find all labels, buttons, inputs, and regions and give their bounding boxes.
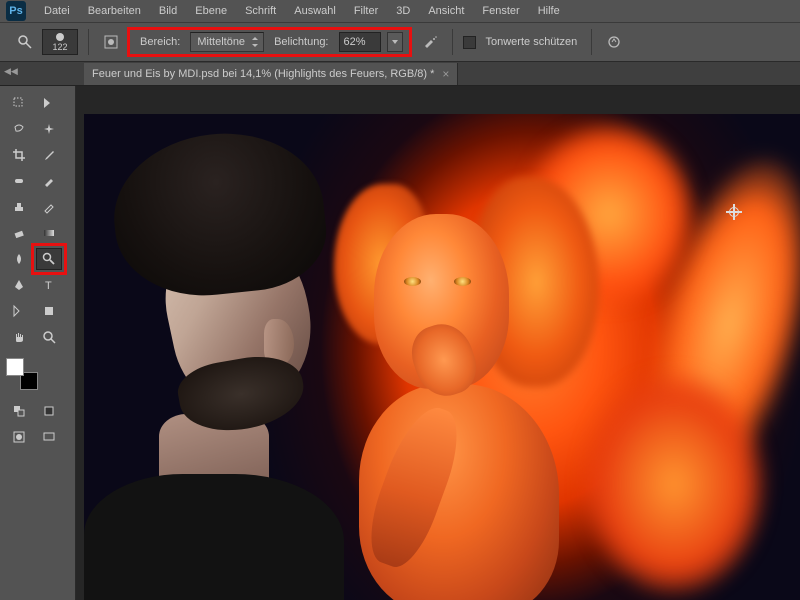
stamp-tool[interactable]: [6, 196, 32, 218]
path-tool[interactable]: [6, 300, 32, 322]
range-dropdown[interactable]: Mitteltöne: [190, 32, 264, 52]
menu-view[interactable]: Ansicht: [420, 2, 472, 20]
separator: [591, 29, 592, 55]
brush-tool[interactable]: [36, 170, 62, 192]
menu-help[interactable]: Hilfe: [530, 2, 568, 20]
menu-edit[interactable]: Bearbeiten: [80, 2, 149, 20]
mini-swatch-tool[interactable]: [6, 400, 32, 422]
brush-panel-button[interactable]: [99, 30, 123, 54]
brush-dot-icon: [56, 33, 64, 41]
canvas-area[interactable]: [76, 86, 800, 600]
eyedropper-tool[interactable]: [36, 144, 62, 166]
airbrush-button[interactable]: [418, 30, 442, 54]
menu-type[interactable]: Schrift: [237, 2, 284, 20]
tools-panel: T: [0, 86, 76, 600]
current-tool-icon[interactable]: [14, 31, 36, 53]
lasso-tool[interactable]: [6, 118, 32, 140]
woman-figure: [319, 169, 629, 600]
artboard-tool[interactable]: [36, 92, 62, 114]
range-label: Bereich:: [136, 36, 184, 48]
menu-select[interactable]: Auswahl: [286, 2, 344, 20]
mini-swatch-tool-2[interactable]: [36, 400, 62, 422]
pen-tool[interactable]: [6, 274, 32, 296]
range-value: Mitteltöne: [197, 36, 245, 48]
zoom-tool[interactable]: [36, 326, 62, 348]
document-title: Feuer und Eis by MDI.psd bei 14,1% (High…: [92, 68, 434, 80]
crop-tool[interactable]: [6, 144, 32, 166]
hand-tool[interactable]: [6, 326, 32, 348]
menu-file[interactable]: Datei: [36, 2, 78, 20]
menu-window[interactable]: Fenster: [474, 2, 527, 20]
healing-tool[interactable]: [6, 170, 32, 192]
collapse-icon[interactable]: ◀◀: [4, 66, 18, 77]
highlighted-options: Bereich: Mitteltöne Belichtung: 62%: [127, 27, 412, 57]
color-swatches[interactable]: [6, 358, 34, 386]
main-area: T: [0, 86, 800, 600]
dodge-tool[interactable]: [36, 248, 62, 270]
document-tab-bar: Feuer und Eis by MDI.psd bei 14,1% (High…: [0, 62, 800, 86]
protect-tones-checkbox[interactable]: [463, 36, 476, 49]
options-bar: 122 Bereich: Mitteltöne Belichtung: 62% …: [0, 22, 800, 62]
type-tool[interactable]: T: [36, 274, 62, 296]
foreground-color[interactable]: [6, 358, 24, 376]
screenmode-tool[interactable]: [36, 426, 62, 448]
menu-image[interactable]: Bild: [151, 2, 185, 20]
pressure-button[interactable]: [602, 30, 626, 54]
blur-tool[interactable]: [6, 248, 32, 270]
gradient-tool[interactable]: [36, 222, 62, 244]
menu-filter[interactable]: Filter: [346, 2, 386, 20]
quickmask-tool[interactable]: [6, 426, 32, 448]
eraser-tool[interactable]: [6, 222, 32, 244]
document-image: [84, 114, 800, 600]
protect-tones-label: Tonwerte schützen: [482, 36, 582, 48]
shape-tool[interactable]: [36, 300, 62, 322]
separator: [88, 29, 89, 55]
close-tab-button[interactable]: ×: [442, 67, 449, 81]
brush-size-value: 122: [52, 42, 67, 52]
brush-preset-picker[interactable]: 122: [42, 29, 78, 55]
menu-3d[interactable]: 3D: [388, 2, 418, 20]
tool-cursor: [726, 204, 742, 220]
menu-bar: Ps Datei Bearbeiten Bild Ebene Schrift A…: [0, 0, 800, 22]
app-logo: Ps: [6, 1, 26, 21]
wand-tool[interactable]: [36, 118, 62, 140]
document-tab[interactable]: Feuer und Eis by MDI.psd bei 14,1% (High…: [84, 63, 458, 85]
exposure-stepper[interactable]: [387, 32, 403, 52]
history-brush-tool[interactable]: [36, 196, 62, 218]
menu-layer[interactable]: Ebene: [187, 2, 235, 20]
exposure-label: Belichtung:: [270, 36, 332, 48]
svg-text:T: T: [45, 280, 52, 292]
exposure-field[interactable]: 62%: [339, 32, 381, 52]
separator: [452, 29, 453, 55]
exposure-value: 62%: [344, 36, 366, 48]
move-tool[interactable]: [6, 92, 32, 114]
